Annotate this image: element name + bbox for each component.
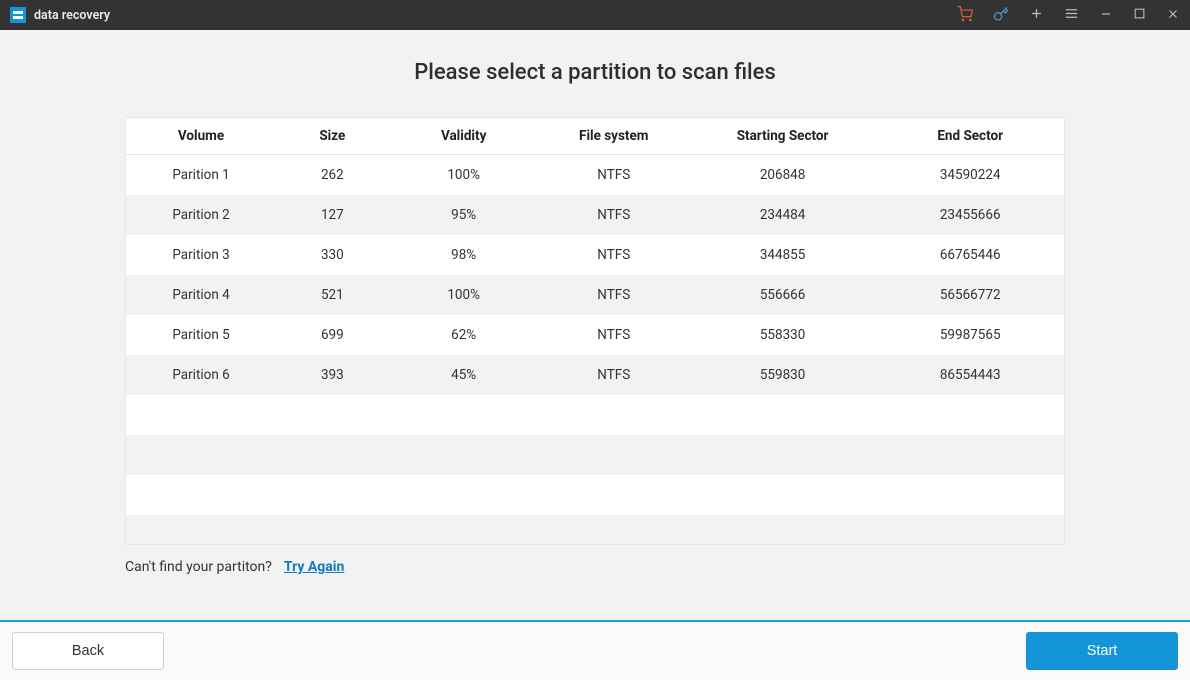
table-row-empty <box>126 395 1064 435</box>
partition-table: Volume Size Validity File system Startin… <box>126 118 1064 545</box>
cell-size: 262 <box>276 155 389 195</box>
table-row-empty <box>126 475 1064 515</box>
cell-volume: Parition 6 <box>126 355 276 395</box>
cell-start: 206848 <box>689 155 877 195</box>
cell-filesystem: NTFS <box>539 315 689 355</box>
minimize-icon[interactable] <box>1099 7 1113 24</box>
cell-validity: 95% <box>389 195 539 235</box>
try-again-link[interactable]: Try Again <box>284 559 344 575</box>
cell-validity: 45% <box>389 355 539 395</box>
table-row[interactable]: Parition 4521100%NTFS55666656566772 <box>126 275 1064 315</box>
app-logo-icon <box>10 7 26 23</box>
col-header-end: End Sector <box>876 118 1064 155</box>
table-row-empty <box>126 515 1064 546</box>
cell-volume: Parition 4 <box>126 275 276 315</box>
col-header-volume: Volume <box>126 118 276 155</box>
app-title: data recovery <box>34 8 110 23</box>
cell-size: 699 <box>276 315 389 355</box>
cell-size: 127 <box>276 195 389 235</box>
title-bar: data recovery <box>0 0 1190 30</box>
cell-start: 556666 <box>689 275 877 315</box>
cell-validity: 98% <box>389 235 539 275</box>
cell-filesystem: NTFS <box>539 275 689 315</box>
cell-end: 56566772 <box>876 275 1064 315</box>
cell-volume: Parition 2 <box>126 195 276 235</box>
plus-icon[interactable] <box>1029 6 1044 24</box>
cell-start: 234484 <box>689 195 877 235</box>
back-button[interactable]: Back <box>12 632 164 670</box>
cell-filesystem: NTFS <box>539 155 689 195</box>
col-header-size: Size <box>276 118 389 155</box>
cell-validity: 100% <box>389 155 539 195</box>
cell-volume: Parition 3 <box>126 235 276 275</box>
col-header-start: Starting Sector <box>689 118 877 155</box>
cell-size: 521 <box>276 275 389 315</box>
close-icon[interactable] <box>1166 7 1180 24</box>
cell-volume: Parition 1 <box>126 155 276 195</box>
cell-end: 23455666 <box>876 195 1064 235</box>
cell-size: 393 <box>276 355 389 395</box>
cell-size: 330 <box>276 235 389 275</box>
cell-end: 66765446 <box>876 235 1064 275</box>
title-bar-right <box>957 6 1180 25</box>
cell-start: 559830 <box>689 355 877 395</box>
menu-icon[interactable] <box>1064 6 1079 24</box>
maximize-icon[interactable] <box>1133 7 1146 23</box>
cell-volume: Parition 5 <box>126 315 276 355</box>
footer-bar: Back Start <box>0 620 1190 680</box>
col-header-validity: Validity <box>389 118 539 155</box>
cell-filesystem: NTFS <box>539 355 689 395</box>
hint-text: Can't find your partiton? <box>125 559 272 575</box>
cell-validity: 100% <box>389 275 539 315</box>
start-button[interactable]: Start <box>1026 632 1178 670</box>
partition-table-container: Volume Size Validity File system Startin… <box>125 117 1065 545</box>
table-row[interactable]: Parition 569962%NTFS55833059987565 <box>126 315 1064 355</box>
table-row[interactable]: Parition 333098%NTFS34485566765446 <box>126 235 1064 275</box>
table-row[interactable]: Parition 212795%NTFS23448423455666 <box>126 195 1064 235</box>
table-row[interactable]: Parition 1262100%NTFS20684834590224 <box>126 155 1064 195</box>
cell-filesystem: NTFS <box>539 235 689 275</box>
cell-end: 34590224 <box>876 155 1064 195</box>
table-row[interactable]: Parition 639345%NTFS55983086554443 <box>126 355 1064 395</box>
table-row-empty <box>126 435 1064 475</box>
cell-end: 59987565 <box>876 315 1064 355</box>
col-header-filesystem: File system <box>539 118 689 155</box>
cell-filesystem: NTFS <box>539 195 689 235</box>
title-bar-left: data recovery <box>10 7 110 23</box>
cell-start: 344855 <box>689 235 877 275</box>
key-icon[interactable] <box>993 6 1009 25</box>
cell-end: 86554443 <box>876 355 1064 395</box>
below-table-hint: Can't find your partiton? Try Again <box>125 559 1065 575</box>
page-title: Please select a partition to scan files <box>40 60 1150 85</box>
content-area: Please select a partition to scan files … <box>0 30 1190 620</box>
cell-start: 558330 <box>689 315 877 355</box>
cell-validity: 62% <box>389 315 539 355</box>
cart-icon[interactable] <box>957 6 973 25</box>
